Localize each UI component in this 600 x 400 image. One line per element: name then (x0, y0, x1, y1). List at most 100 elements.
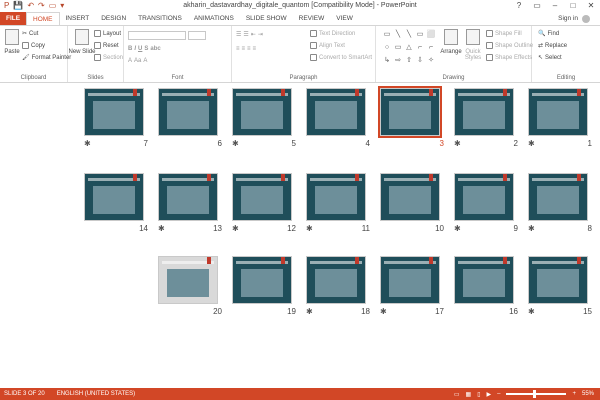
zoom-in-icon[interactable]: + (572, 391, 576, 397)
slide-thumbnail[interactable] (158, 256, 218, 304)
numbering-icon[interactable]: ☰ (243, 31, 248, 38)
transition-star-icon[interactable]: ✱ (528, 224, 535, 233)
slide-thumbnail[interactable] (380, 256, 440, 304)
shadow-icon[interactable]: S (144, 46, 148, 52)
slide-thumbnail[interactable] (378, 86, 442, 138)
font-color-icon[interactable]: A (128, 58, 132, 64)
transition-star-icon[interactable]: ✱ (232, 224, 239, 233)
transition-star-icon[interactable]: ✱ (306, 307, 313, 316)
slide-thumbnail[interactable] (158, 173, 218, 221)
strikethrough-icon[interactable]: abc (150, 46, 160, 52)
layout-button[interactable]: Layout (94, 30, 121, 37)
shape-square-icon[interactable]: ⬜ (426, 30, 436, 42)
shape-rect2-icon[interactable]: ▭ (393, 43, 403, 55)
cut-button[interactable]: ✂ Cut (22, 30, 38, 38)
shapes-gallery[interactable]: ▭ ╲ ╲ ▭ ⬜ ○ ▭ △ ⌐ ⌐ ↳ ⇨ ⇧ ⇩ ✧ (382, 30, 436, 68)
slide-thumbnail[interactable] (454, 256, 514, 304)
slide-thumbnail[interactable] (232, 88, 292, 136)
transition-star-icon[interactable]: ✱ (528, 307, 535, 316)
shape-up-arrow-icon[interactable]: ⇧ (404, 56, 414, 68)
find-button[interactable]: 🔍 Find (538, 30, 559, 38)
arrange-button[interactable]: Arrange (440, 29, 462, 55)
shape-textbox-icon[interactable]: ▭ (415, 30, 425, 42)
align-left-icon[interactable]: ≡ (236, 46, 240, 52)
maximize-button[interactable]: □ (564, 0, 582, 12)
font-name-box[interactable] (128, 31, 186, 40)
decrease-indent-icon[interactable]: ⇤ (251, 31, 256, 38)
slide-sorter[interactable]: 7 ✱ 6 5 ✱ 4 3 2 ✱ 1 ✱ 14 13 ✱ 12 ✱ 11 ✱ 10 9 ✱ 8 ✱ 20 19 18 ✱ 17 ✱ 16… (0, 84, 600, 388)
slide-thumbnail[interactable] (232, 256, 292, 304)
slide-thumbnail[interactable] (306, 173, 366, 221)
align-center-icon[interactable]: ≡ (242, 46, 246, 52)
zoom-thumb[interactable] (533, 390, 537, 398)
copy-button[interactable]: Copy (22, 42, 45, 49)
shape-elbow2-icon[interactable]: ⌐ (426, 43, 436, 55)
new-slide-button[interactable]: New Slide (69, 29, 96, 55)
tab-review[interactable]: REVIEW (293, 12, 331, 25)
tab-design[interactable]: DESIGN (95, 12, 132, 25)
tab-insert[interactable]: INSERT (60, 12, 96, 25)
slide-thumbnail[interactable] (380, 173, 440, 221)
reading-view-icon[interactable]: ▯ (477, 391, 480, 398)
quick-styles-button[interactable]: Quick Styles (462, 29, 484, 61)
tab-slide-show[interactable]: SLIDE SHOW (240, 12, 293, 25)
shape-rectangle-icon[interactable]: ▭ (382, 30, 392, 42)
shape-effects-button[interactable]: Shape Effects (486, 54, 532, 61)
section-button[interactable]: Section (94, 54, 123, 61)
zoom-level[interactable]: 55% (582, 391, 594, 397)
normal-view-icon[interactable]: ▭ (454, 391, 460, 398)
slide-thumbnail[interactable] (454, 173, 514, 221)
justify-icon[interactable]: ≡ (253, 46, 257, 52)
bold-icon[interactable]: B (128, 46, 132, 52)
tab-file[interactable]: FILE (0, 12, 26, 25)
slide-thumbnail[interactable] (306, 256, 366, 304)
transition-star-icon[interactable]: ✱ (380, 307, 387, 316)
slide-thumbnail[interactable] (158, 88, 218, 136)
reset-button[interactable]: Reset (94, 42, 119, 49)
text-direction-button[interactable]: Text Direction (310, 30, 355, 37)
shape-line-icon[interactable]: ╲ (393, 30, 403, 42)
paste-button[interactable]: Paste (3, 29, 21, 55)
slide-thumbnail[interactable] (232, 173, 292, 221)
shape-bent-arrow-icon[interactable]: ↳ (382, 56, 392, 68)
slide-thumbnail[interactable] (528, 256, 588, 304)
tab-home[interactable]: HOME (26, 12, 60, 25)
tab-animations[interactable]: ANIMATIONS (188, 12, 240, 25)
shape-triangle-icon[interactable]: △ (404, 43, 414, 55)
convert-smartart-button[interactable]: Convert to SmartArt (310, 54, 372, 61)
account-area[interactable]: Sign in (558, 12, 590, 25)
shape-line2-icon[interactable]: ╲ (404, 30, 414, 42)
sign-in-link[interactable]: Sign in (558, 12, 578, 25)
replace-button[interactable]: ⇄ Replace (538, 42, 567, 50)
close-button[interactable]: ✕ (582, 0, 600, 12)
slide-thumbnail[interactable] (454, 88, 514, 136)
slide-thumbnail[interactable] (306, 88, 366, 136)
help-icon[interactable]: ? (510, 0, 528, 12)
grow-font-icon[interactable]: A (143, 58, 147, 64)
shape-right-arrow-icon[interactable]: ⇨ (393, 56, 403, 68)
highlight-icon[interactable]: Aa (134, 58, 141, 64)
zoom-out-icon[interactable]: – (497, 391, 500, 397)
transition-star-icon[interactable]: ✱ (454, 224, 461, 233)
slide-sorter-view-icon[interactable]: ▦ (466, 391, 472, 398)
shape-outline-button[interactable]: Shape Outline (486, 42, 533, 49)
transition-star-icon[interactable]: ✱ (454, 139, 461, 148)
font-size-box[interactable] (188, 31, 206, 40)
select-button[interactable]: ↖ Select (538, 54, 562, 62)
avatar[interactable] (582, 14, 590, 23)
italic-icon[interactable]: I (134, 46, 136, 52)
align-right-icon[interactable]: ≡ (247, 46, 251, 52)
ribbon-display-icon[interactable]: ▭ (528, 0, 546, 12)
slide-thumbnail[interactable] (84, 88, 144, 136)
shape-oval-icon[interactable]: ○ (382, 43, 392, 55)
language-indicator[interactable]: ENGLISH (UNITED STATES) (57, 391, 135, 397)
tab-transitions[interactable]: TRANSITIONS (132, 12, 188, 25)
transition-star-icon[interactable]: ✱ (528, 139, 535, 148)
shape-fill-button[interactable]: Shape Fill (486, 30, 522, 37)
slide-thumbnail[interactable] (528, 88, 588, 136)
shape-down-arrow-icon[interactable]: ⇩ (415, 56, 425, 68)
transition-star-icon[interactable]: ✱ (158, 224, 165, 233)
bullets-icon[interactable]: ☰ (236, 31, 241, 38)
format-painter-button[interactable]: 🖌 Format Painter (22, 54, 71, 62)
slide-thumbnail[interactable] (84, 173, 144, 221)
